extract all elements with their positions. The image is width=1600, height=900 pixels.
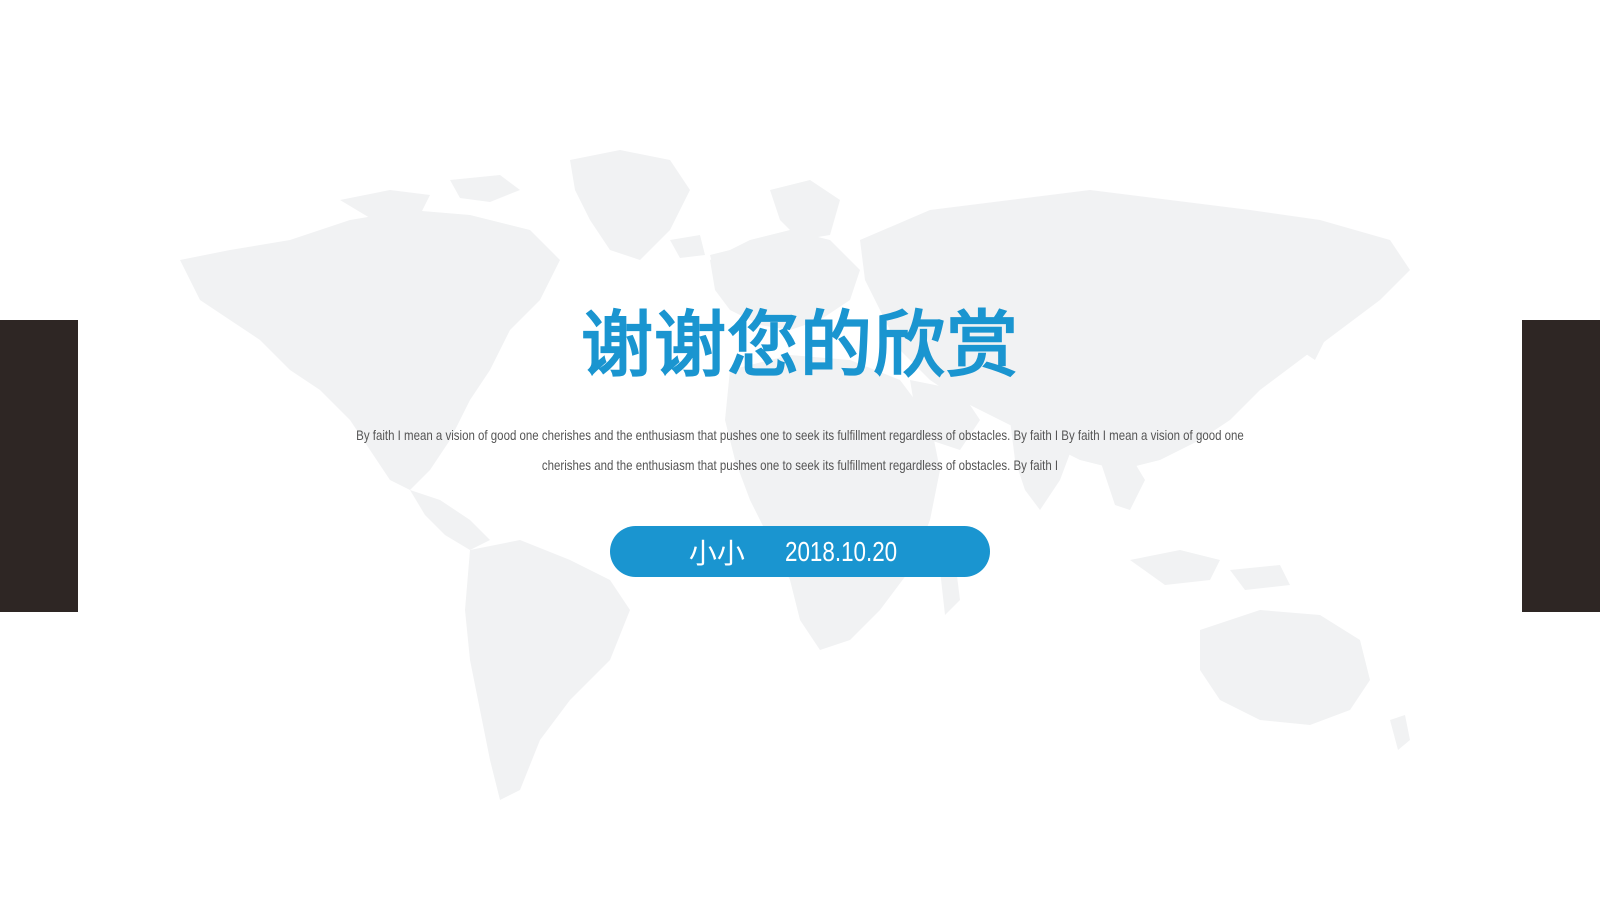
- author-date-pill: 小小 2018.10.20: [610, 526, 990, 577]
- slide-title: 谢谢您的欣赏: [580, 303, 1019, 387]
- body-paragraph: By faith I mean a vision of good one che…: [356, 427, 1244, 473]
- world-map-background: [180, 150, 1410, 800]
- presentation-date: 2018.10.20: [784, 535, 898, 567]
- author-name: 小小: [688, 537, 745, 569]
- slide: 谢谢您的欣赏 By faith I mean a vision of good …: [0, 0, 1600, 900]
